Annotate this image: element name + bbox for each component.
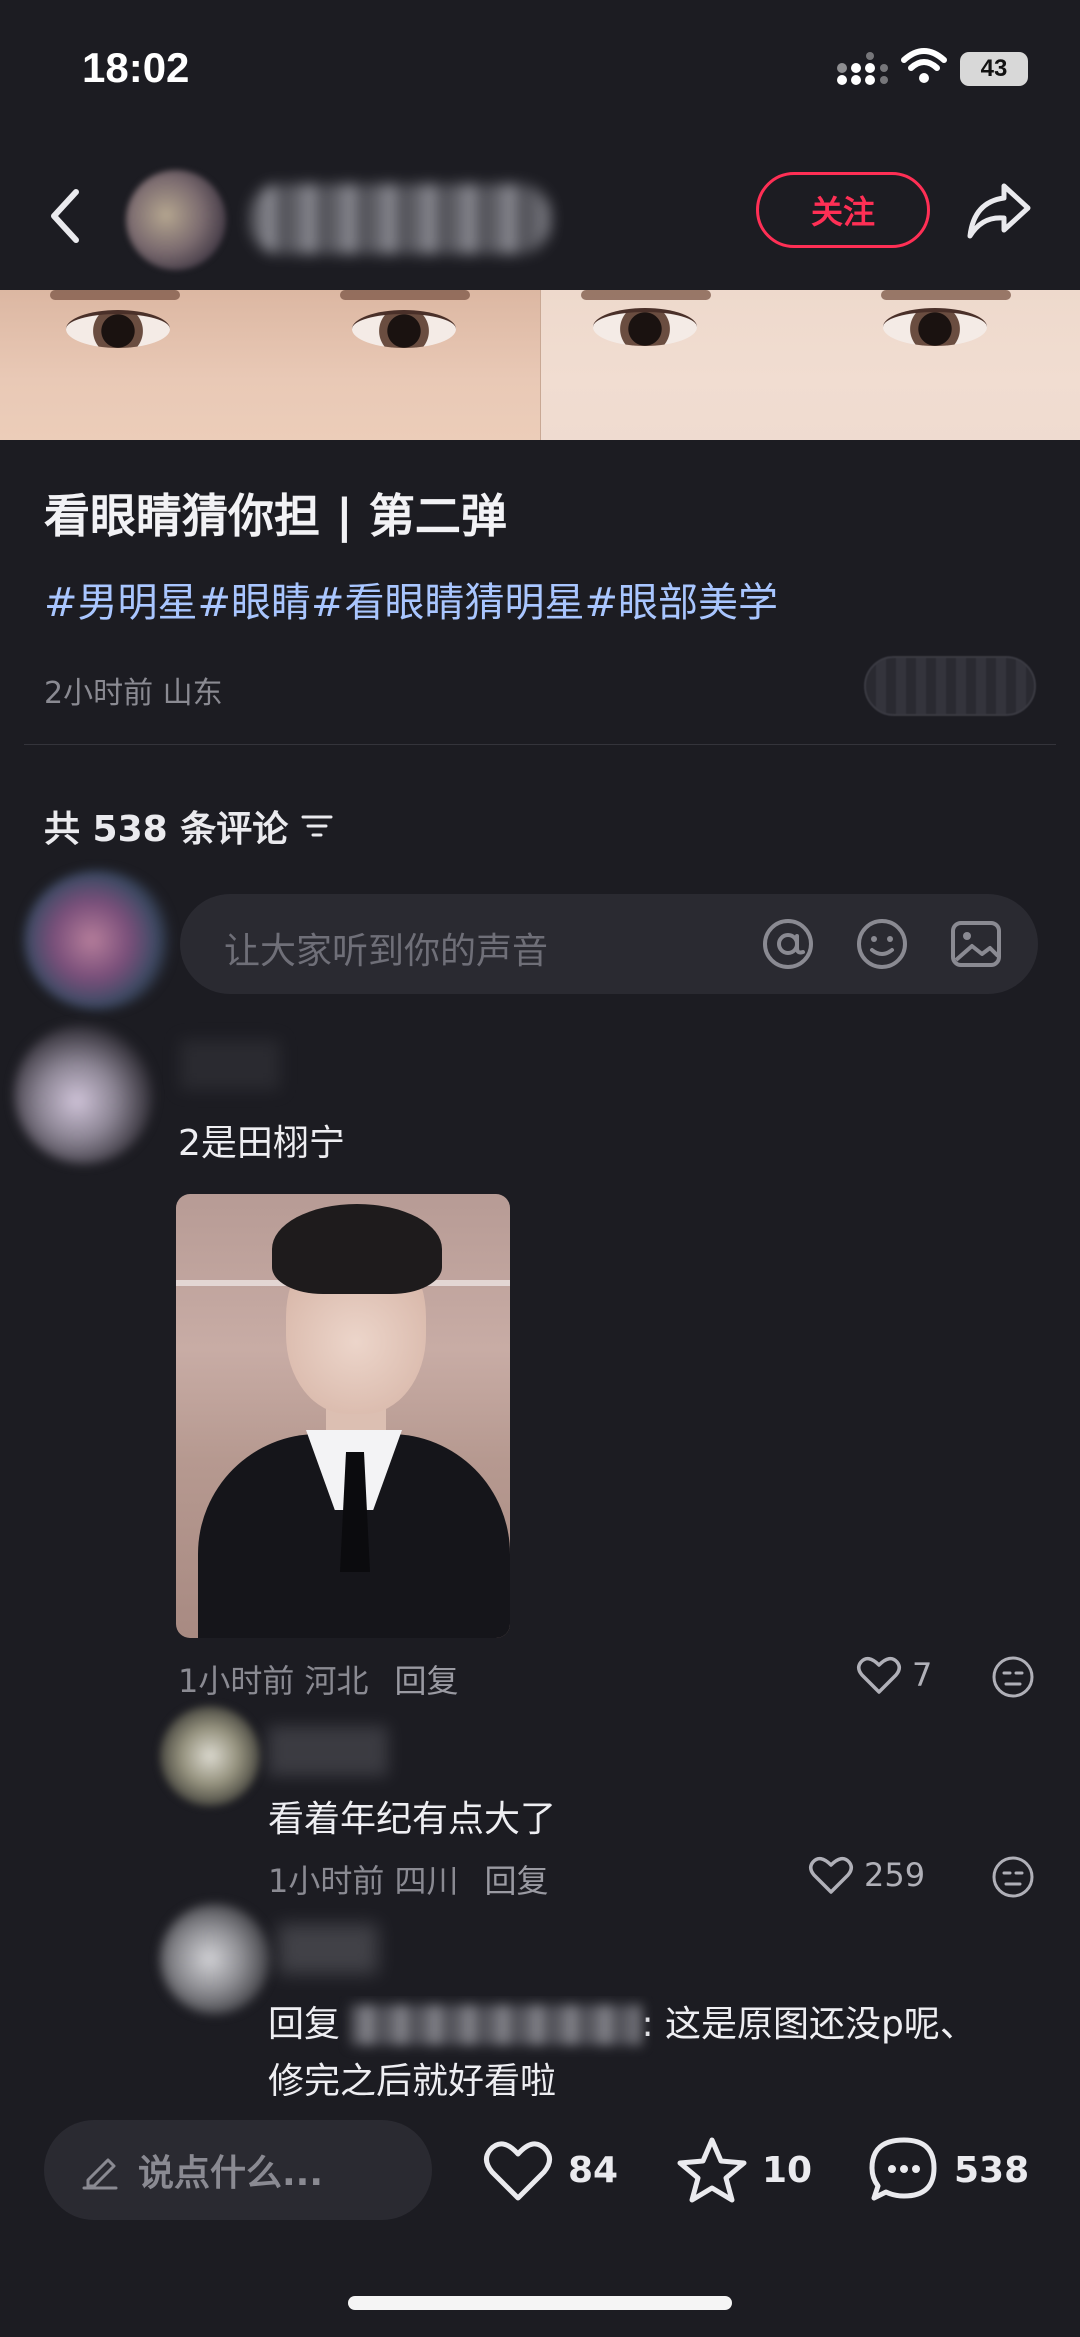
- post-meta: 2小时前 山东: [44, 676, 223, 711]
- reply-prefix: 回复: [268, 2004, 341, 2045]
- reply-time-location: 1小时前 四川: [268, 1862, 459, 1900]
- reply-text: 看着年纪有点大了: [268, 1799, 557, 1840]
- wifi-icon: [901, 48, 947, 83]
- reply-button[interactable]: 回复: [485, 1862, 549, 1900]
- like-action[interactable]: 84: [482, 2136, 618, 2204]
- image-icon[interactable]: [948, 916, 1004, 972]
- emoji-icon[interactable]: [854, 916, 910, 972]
- comment-action[interactable]: 538: [868, 2136, 1029, 2204]
- like-count: 259: [864, 1856, 926, 1894]
- status-time: 18:02: [82, 44, 190, 91]
- say-something-placeholder: 说点什么...: [138, 2153, 324, 2194]
- reply-name-blurred[interactable]: [268, 1726, 388, 1776]
- comment-total: 538: [954, 2149, 1030, 2191]
- like-total: 84: [568, 2149, 619, 2191]
- collect-action[interactable]: 10: [676, 2136, 812, 2204]
- mention-icon[interactable]: [760, 916, 816, 972]
- heart-icon: [484, 2141, 552, 2201]
- reply-text: 回复 : 这是原图还没p呢、修完之后就好看啦: [268, 1996, 1008, 2096]
- mentioned-user-blurred[interactable]: [351, 2005, 642, 2045]
- collect-total: 10: [762, 2149, 813, 2191]
- share-icon[interactable]: [964, 176, 1034, 246]
- my-avatar: [24, 870, 174, 1010]
- top-nav: 关注: [0, 140, 1080, 290]
- pencil-icon: [82, 2158, 118, 2190]
- reply-like[interactable]: 259: [808, 1854, 925, 1896]
- comment-bubble-icon: [869, 2137, 937, 2201]
- author-name-blurred[interactable]: [250, 184, 550, 254]
- commenter-name-blurred[interactable]: [180, 1040, 280, 1090]
- comment-text: 2是田栩宁: [178, 1123, 345, 1164]
- author-avatar[interactable]: [126, 170, 226, 270]
- battery-indicator: 43: [960, 52, 1028, 86]
- status-bar: 18:02 43: [0, 0, 1080, 130]
- reply-button[interactable]: 回复: [395, 1662, 459, 1700]
- reply-meta: 1小时前 四川 回复: [268, 1856, 549, 1902]
- reply-avatar[interactable]: [160, 1904, 270, 2014]
- back-icon[interactable]: [42, 178, 92, 254]
- bottom-action-bar: 说点什么... 84 10 538: [0, 2096, 1080, 2337]
- eyes-image-right: [539, 290, 1080, 440]
- comment-image[interactable]: [176, 1194, 510, 1638]
- star-icon: [677, 2137, 747, 2203]
- post-image[interactable]: [0, 290, 1080, 440]
- reply-avatar[interactable]: [160, 1706, 260, 1806]
- cellular-signal-icon: [837, 52, 888, 85]
- post-chip-blurred[interactable]: [864, 656, 1036, 716]
- sort-icon[interactable]: [300, 811, 334, 841]
- comment-meta: 1小时前 河北 回复: [178, 1656, 459, 1702]
- post-hashtags[interactable]: #男明星#眼睛#看眼睛猜明星#眼部美学: [44, 570, 778, 628]
- eyes-image-left: [0, 290, 540, 440]
- commenter-avatar[interactable]: [14, 1024, 154, 1164]
- comments-count-label: 共 538 条评论: [44, 809, 289, 850]
- follow-button[interactable]: 关注: [756, 172, 930, 248]
- dislike-icon[interactable]: [990, 1654, 1036, 1700]
- heart-icon: [809, 1856, 853, 1894]
- reply-name-blurred[interactable]: [278, 1924, 378, 1974]
- post-title: 看眼睛猜你担 | 第二弹: [44, 489, 507, 543]
- comment-input[interactable]: 让大家听到你的声音: [180, 894, 1038, 994]
- comment-time-location: 1小时前 河北: [178, 1662, 369, 1700]
- dislike-icon[interactable]: [990, 1854, 1036, 1900]
- say-something-input[interactable]: 说点什么...: [44, 2120, 432, 2220]
- like-count: 7: [912, 1656, 933, 1694]
- comment-like[interactable]: 7: [856, 1654, 932, 1696]
- heart-icon: [857, 1656, 901, 1694]
- divider: [24, 744, 1056, 745]
- comment-input-placeholder: 让大家听到你的声音: [224, 931, 549, 972]
- comments-header[interactable]: 共 538 条评论: [44, 800, 334, 852]
- home-indicator[interactable]: [348, 2296, 732, 2310]
